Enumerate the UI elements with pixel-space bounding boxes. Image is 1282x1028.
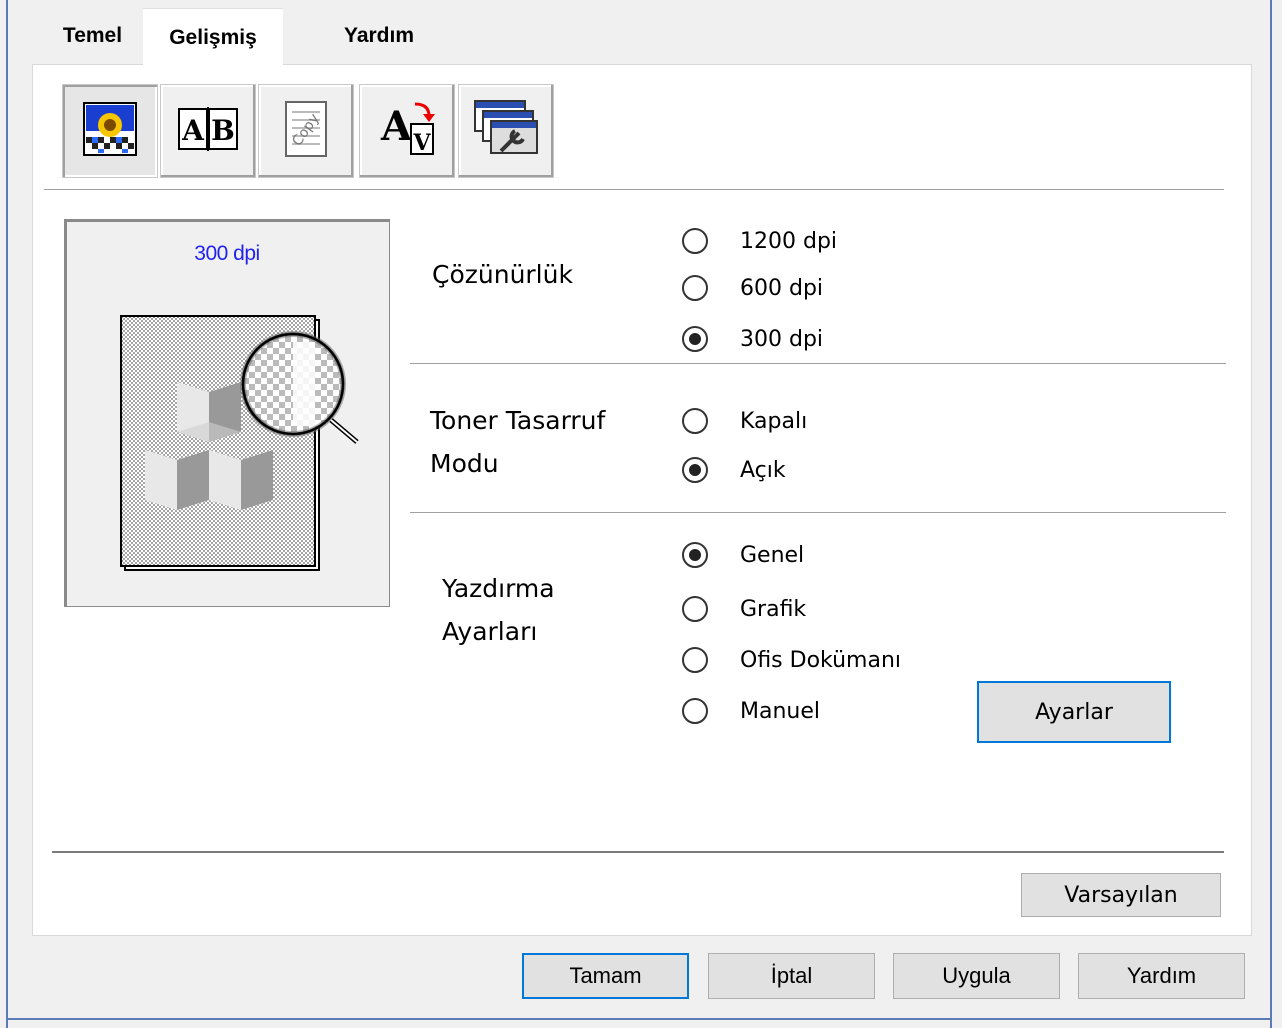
- watermark-button[interactable]: Copy: [258, 84, 354, 178]
- device-options-icon: [471, 97, 541, 166]
- photo-quality-button[interactable]: [62, 84, 158, 178]
- radio-ofis-dokumani-label: Ofis Dokümanı: [740, 647, 902, 673]
- window-border-bottom: [6, 1018, 1272, 1020]
- radio-toner-acik-label: Açık: [740, 457, 786, 483]
- watermark-copy-icon: Copy: [282, 98, 330, 165]
- device-options-button[interactable]: [458, 84, 554, 178]
- radio-300dpi-circle[interactable]: [682, 326, 708, 352]
- toolbar-divider: [44, 189, 1224, 190]
- ok-button[interactable]: Tamam: [522, 953, 689, 999]
- duplex-ab-icon: A B: [175, 105, 241, 158]
- radio-1200dpi[interactable]: 1200 dpi: [682, 223, 837, 259]
- radio-ofis-dokumani-circle[interactable]: [682, 647, 708, 673]
- radio-genel-circle[interactable]: [682, 542, 708, 568]
- default-button[interactable]: Varsayılan: [1021, 873, 1221, 917]
- preview-dpi-label: 300 dpi: [194, 242, 260, 265]
- radio-genel-label: Genel: [740, 542, 805, 568]
- duplex-button[interactable]: A B: [160, 84, 256, 178]
- svg-text:B: B: [211, 114, 235, 147]
- help-button[interactable]: Yardım: [1078, 953, 1245, 999]
- radio-600dpi-label: 600 dpi: [740, 275, 824, 301]
- font-substitution-icon: A V: [375, 98, 439, 165]
- resolution-preview: 300 dpi: [64, 219, 390, 607]
- radio-toner-kapali[interactable]: Kapalı: [682, 403, 807, 439]
- radio-toner-kapali-label: Kapalı: [740, 408, 808, 434]
- print-settings-label-line2: Ayarları: [442, 617, 538, 646]
- font-substitution-button[interactable]: A V: [359, 84, 455, 178]
- resolution-divider: [410, 363, 1226, 364]
- tab-gelismis[interactable]: Gelişmiş: [143, 8, 283, 67]
- radio-manuel[interactable]: Manuel: [682, 693, 820, 729]
- toner-save-label-line1: Toner Tasarruf: [430, 406, 606, 435]
- radio-grafik-circle[interactable]: [682, 596, 708, 622]
- radio-600dpi-circle[interactable]: [682, 275, 708, 301]
- radio-grafik-label: Grafik: [740, 596, 807, 622]
- radio-grafik[interactable]: Grafik: [682, 591, 806, 627]
- radio-toner-acik-circle[interactable]: [682, 457, 708, 483]
- cancel-button[interactable]: İptal: [708, 953, 875, 999]
- print-settings-label-line1: Yazdırma: [442, 574, 555, 603]
- window-border-right: [1270, 0, 1272, 1028]
- radio-toner-acik[interactable]: Açık: [682, 452, 786, 488]
- radio-1200dpi-circle[interactable]: [682, 228, 708, 254]
- apply-button[interactable]: Uygula: [893, 953, 1060, 999]
- radio-manuel-circle[interactable]: [682, 698, 708, 724]
- radio-genel[interactable]: Genel: [682, 537, 804, 573]
- settings-button[interactable]: Ayarlar: [977, 681, 1171, 743]
- preview-page-illustration: [117, 312, 377, 587]
- tab-temel[interactable]: Temel: [40, 10, 145, 62]
- radio-manuel-label: Manuel: [740, 698, 820, 724]
- radio-300dpi-label: 300 dpi: [740, 326, 824, 352]
- panel-divider: [52, 851, 1224, 853]
- radio-ofis-dokumani[interactable]: Ofis Dokümanı: [682, 642, 901, 678]
- svg-text:V: V: [412, 130, 431, 156]
- toner-save-label-line2: Modu: [430, 449, 499, 478]
- radio-600dpi[interactable]: 600 dpi: [682, 270, 823, 306]
- radio-toner-kapali-circle[interactable]: [682, 408, 708, 434]
- svg-text:A: A: [380, 103, 413, 150]
- photo-quality-icon: [82, 101, 138, 162]
- tab-yardim[interactable]: Yardım: [284, 10, 474, 62]
- resolution-label: Çözünürlük: [432, 260, 573, 289]
- window-border-left: [6, 0, 8, 1028]
- svg-text:A: A: [181, 114, 205, 147]
- radio-1200dpi-label: 1200 dpi: [740, 228, 838, 254]
- toner-divider: [410, 512, 1226, 513]
- radio-300dpi[interactable]: 300 dpi: [682, 321, 823, 357]
